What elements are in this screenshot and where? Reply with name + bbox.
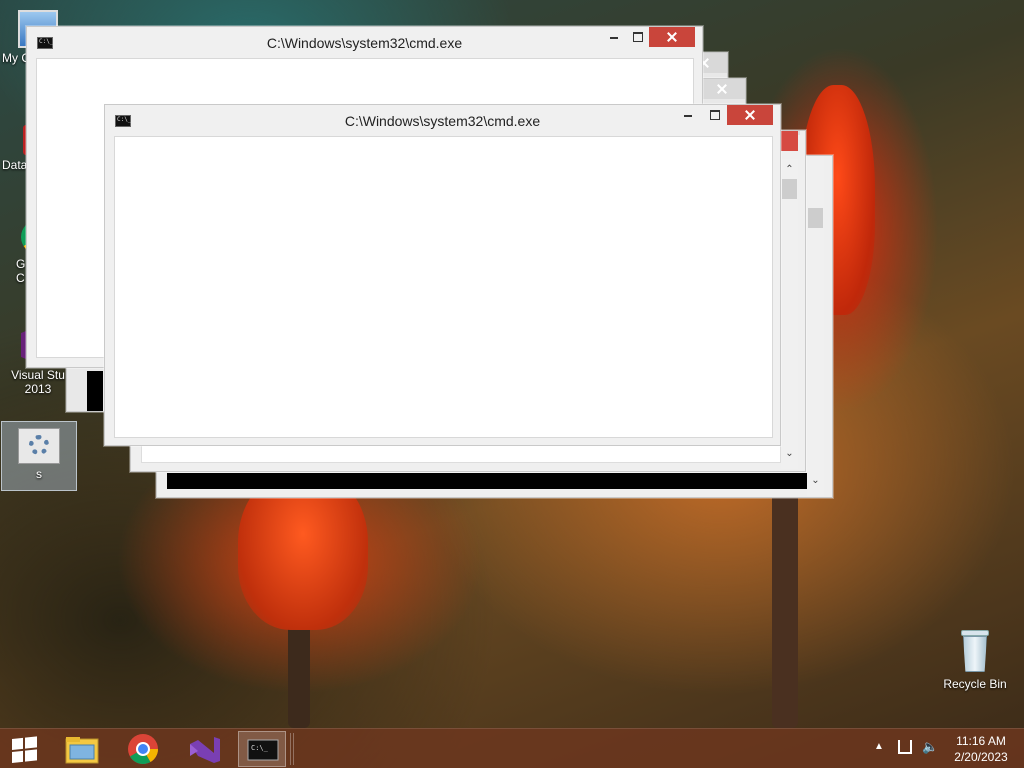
windows-logo-icon [12,736,37,763]
volume-icon[interactable]: 🔈 [922,739,938,755]
title-bar[interactable]: C:\_ C:\Windows\system32\cmd.exe [27,27,702,57]
console-area [87,371,103,411]
close-button[interactable] [727,105,773,125]
maximize-button[interactable] [624,27,650,47]
chrome-icon [128,734,158,765]
title-bar[interactable]: C:\_ C:\Windows\system32\cmd.exe [105,105,780,135]
close-button[interactable] [699,79,745,99]
scroll-down-icon[interactable]: ⌄ [807,472,824,489]
scrollbar-thumb[interactable] [808,208,823,228]
taskbar-command-prompt[interactable]: C:\_ [238,731,286,767]
taskbar-divider [290,733,294,765]
close-button[interactable] [649,27,695,47]
taskbar: C:\_ ▲ 🔈 11:16 AM 2/20/2023 [0,728,1024,768]
vertical-scrollbar[interactable]: ⌄ [807,156,824,496]
cmd-window-front[interactable]: C:\_ C:\Windows\system32\cmd.exe [104,104,781,446]
vertical-scrollbar[interactable]: ⌃ ⌄ [781,159,798,469]
maximize-button[interactable] [701,105,727,125]
scroll-down-icon[interactable]: ⌄ [781,445,798,462]
wallpaper-stem-right [772,480,798,728]
scrollbar-thumb[interactable] [782,179,797,199]
console-area [141,445,781,463]
network-icon[interactable] [898,740,912,754]
desktop-icon-s[interactable]: s [1,421,77,491]
show-hidden-icons-icon[interactable]: ▲ [874,741,884,752]
desktop-icon-label: s [36,467,42,481]
settings-gears-icon [18,428,60,464]
taskbar-visual-studio[interactable] [180,731,228,767]
taskbar-file-explorer[interactable] [58,731,106,767]
start-button[interactable] [0,731,48,767]
folder-icon [65,737,99,764]
desktop-icon-label: Recycle Bin [943,677,1007,691]
clock-time[interactable]: 11:16 AM [946,734,1016,748]
taskbar-chrome[interactable] [119,731,167,767]
clock-date[interactable]: 2/20/2023 [946,750,1016,764]
visual-studio-icon [190,737,220,763]
recycle-bin-icon [959,630,991,674]
close-button-edge[interactable] [781,131,798,151]
cmd-icon: C:\_ [247,739,279,761]
desktop-icon-recycle-bin[interactable]: Recycle Bin [937,630,1013,691]
svg-text:C:\_: C:\_ [251,744,269,752]
console-area[interactable] [114,136,773,438]
scroll-up-icon[interactable]: ⌃ [781,161,798,178]
minimize-button[interactable] [675,105,701,125]
desktop-icon-label: Visual Stu 2013 [11,368,65,396]
console-area [167,473,807,489]
